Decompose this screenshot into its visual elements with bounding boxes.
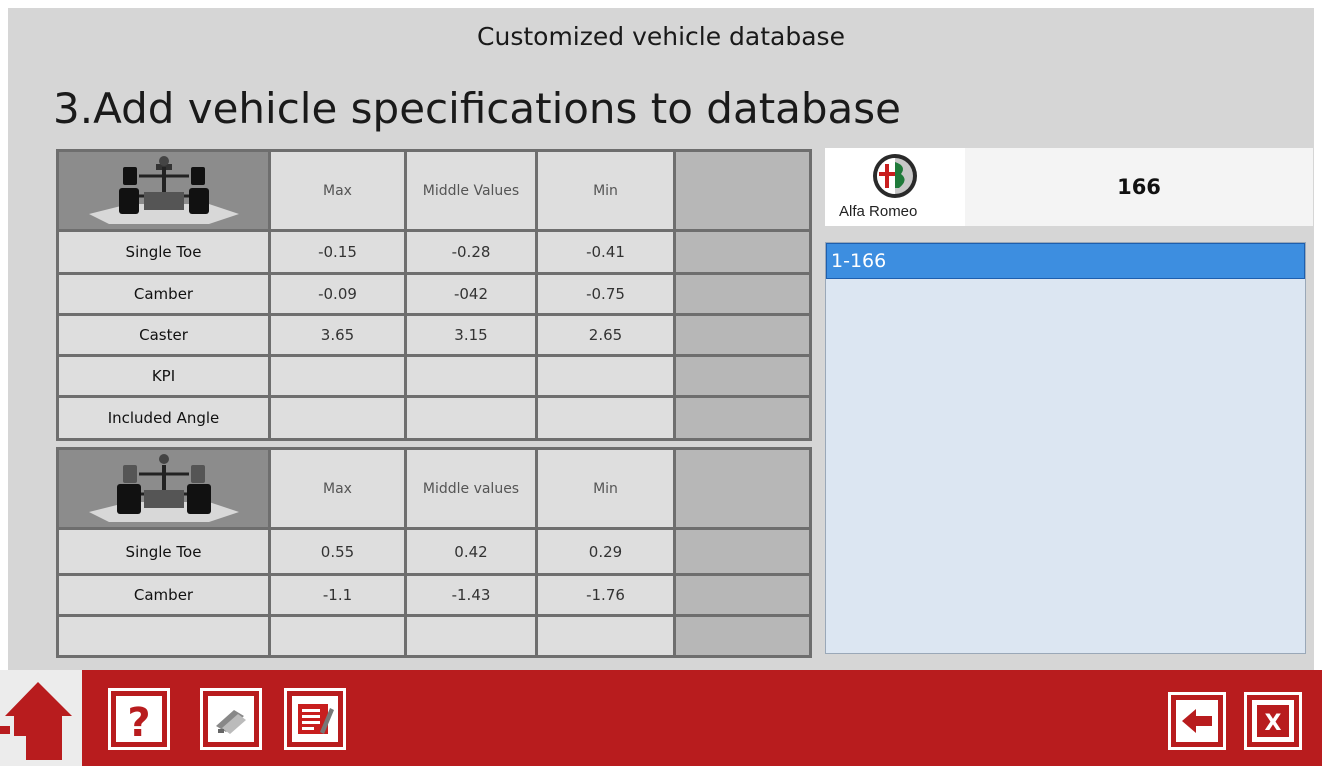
column-header-max: Max [271, 450, 404, 527]
tools-button[interactable] [200, 688, 262, 750]
model-title: 166 [1117, 175, 1161, 199]
min-value-cell[interactable] [538, 617, 673, 655]
table-row: Camber -0.09 -042 -0.75 [59, 275, 809, 313]
svg-text:?: ? [127, 700, 150, 742]
home-button[interactable] [0, 670, 82, 766]
column-header-middle: Middle Values [407, 152, 535, 229]
max-value-cell[interactable] [271, 357, 404, 395]
max-value-cell[interactable]: 3.65 [271, 316, 404, 354]
row-label: Single Toe [59, 530, 268, 573]
min-value-cell[interactable]: -0.41 [538, 232, 673, 272]
row-label: Single Toe [59, 232, 268, 272]
row-label: KPI [59, 357, 268, 395]
home-icon [0, 682, 72, 760]
brand-name: Alfa Romeo [839, 203, 918, 220]
middle-value-cell[interactable]: -1.43 [407, 576, 535, 614]
min-value-cell[interactable]: -0.75 [538, 275, 673, 313]
page-heading: 3.Add vehicle specifications to database [53, 84, 902, 133]
model-list[interactable]: 1-166 [825, 242, 1306, 654]
middle-value-cell[interactable] [407, 617, 535, 655]
column-header-min: Min [538, 450, 673, 527]
blank-cell [676, 232, 809, 272]
row-label: Camber [59, 275, 268, 313]
window-title: Customized vehicle database [477, 22, 845, 51]
row-label: Included Angle [59, 398, 268, 438]
middle-value-cell[interactable]: -0.28 [407, 232, 535, 272]
rear-axle-icon [59, 450, 268, 527]
table-row: Single Toe 0.55 0.42 0.29 [59, 530, 809, 573]
edit-list-button[interactable] [284, 688, 346, 750]
blank-cell [676, 617, 809, 655]
min-value-cell[interactable]: 2.65 [538, 316, 673, 354]
middle-value-cell[interactable] [407, 357, 535, 395]
close-icon: X [1252, 700, 1294, 742]
max-value-cell[interactable] [271, 398, 404, 438]
back-button[interactable] [1168, 692, 1226, 750]
brand-header: Alfa Romeo 166 [825, 148, 1313, 226]
list-item[interactable]: 1-166 [826, 243, 1305, 279]
max-value-cell[interactable]: -0.09 [271, 275, 404, 313]
blank-cell [676, 316, 809, 354]
close-button[interactable]: X [1244, 692, 1302, 750]
table-row: Single Toe -0.15 -0.28 -0.41 [59, 232, 809, 272]
edit-list-icon [292, 696, 338, 742]
blank-cell [676, 576, 809, 614]
max-value-cell[interactable] [271, 617, 404, 655]
middle-value-cell[interactable]: -042 [407, 275, 535, 313]
help-icon: ? [116, 696, 162, 746]
blank-cell [676, 275, 809, 313]
blank-cell [676, 152, 809, 229]
row-label [59, 617, 268, 655]
table-row: Camber -1.1 -1.43 -1.76 [59, 576, 809, 614]
help-button[interactable]: ? [108, 688, 170, 750]
table-row [59, 617, 809, 655]
middle-value-cell[interactable]: 0.42 [407, 530, 535, 573]
middle-value-cell[interactable]: 3.15 [407, 316, 535, 354]
blank-cell [676, 530, 809, 573]
table-row: KPI [59, 357, 809, 395]
column-header-middle: Middle values [407, 450, 535, 527]
rear-axle-spec-table: Max Middle values Min Single Toe 0.55 0.… [56, 447, 812, 658]
tools-icon [208, 696, 254, 742]
front-axle-icon [59, 152, 268, 229]
middle-value-cell[interactable] [407, 398, 535, 438]
front-axle-spec-table: Max Middle Values Min Single Toe -0.15 -… [56, 149, 812, 441]
max-value-cell[interactable]: -0.15 [271, 232, 404, 272]
max-value-cell[interactable]: 0.55 [271, 530, 404, 573]
max-value-cell[interactable]: -1.1 [271, 576, 404, 614]
back-icon [1176, 700, 1218, 742]
bottom-toolbar: ? X [0, 670, 1322, 766]
min-value-cell[interactable]: 0.29 [538, 530, 673, 573]
table-row: Caster 3.65 3.15 2.65 [59, 316, 809, 354]
row-label: Camber [59, 576, 268, 614]
blank-cell [676, 357, 809, 395]
table-row: Included Angle [59, 398, 809, 438]
row-label: Caster [59, 316, 268, 354]
min-value-cell[interactable]: -1.76 [538, 576, 673, 614]
alfa-romeo-logo: Alfa Romeo [825, 148, 965, 226]
column-header-max: Max [271, 152, 404, 229]
min-value-cell[interactable] [538, 398, 673, 438]
blank-cell [676, 398, 809, 438]
min-value-cell[interactable] [538, 357, 673, 395]
close-label: X [1265, 711, 1282, 736]
column-header-min: Min [538, 152, 673, 229]
blank-cell [676, 450, 809, 527]
